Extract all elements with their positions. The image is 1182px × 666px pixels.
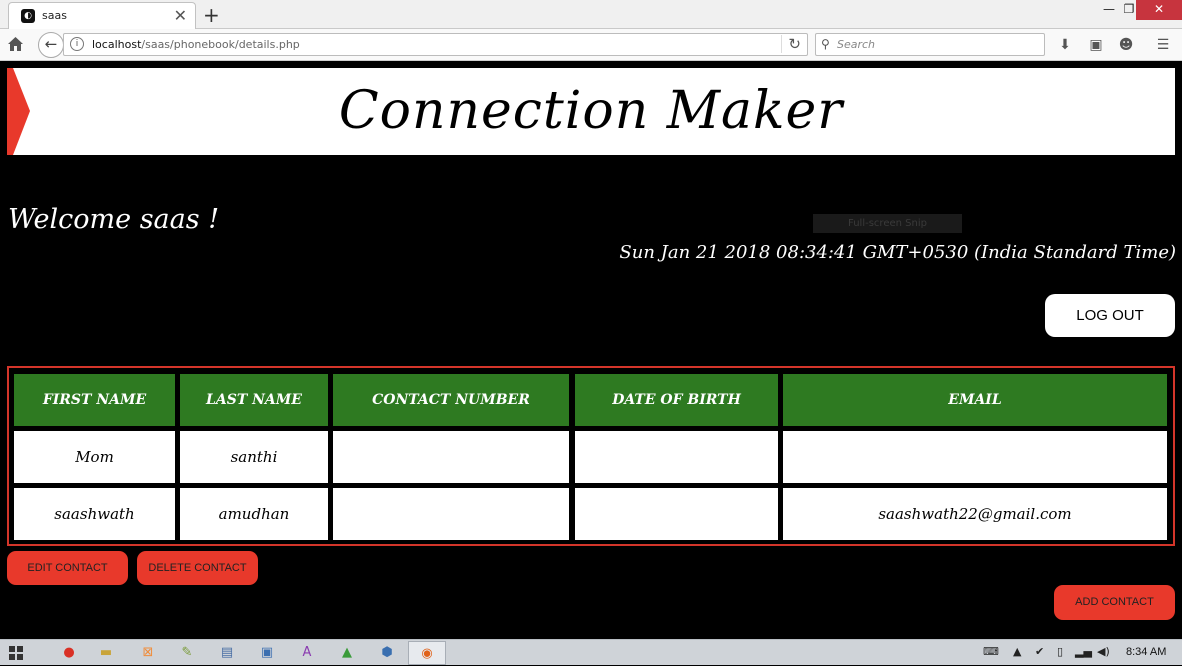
logout-button[interactable]: LOG OUT — [1045, 294, 1175, 337]
virtualbox-taskbar-icon[interactable]: ⬢ — [368, 641, 406, 665]
address-bar[interactable]: i localhost/saas/phonebook/details.php ↻ — [63, 33, 808, 56]
firefox-taskbar-icon[interactable]: ◉ — [408, 641, 446, 665]
close-window-icon[interactable]: ✕ — [1136, 0, 1182, 20]
home-icon[interactable] — [7, 36, 24, 52]
column-header-date-of-birth: DATE OF BIRTH — [575, 374, 778, 426]
os-taskbar: ● ▬ ⊠ ✎ ▤ ▣ A ▲ ⬢ ◉ ⌨ ▲ ✔ ▯ ▂▄ ◀) 8:34 A… — [0, 639, 1182, 665]
table-cell-email[interactable] — [783, 431, 1167, 483]
browser-tab[interactable]: ◐ saas ✕ — [8, 2, 196, 29]
android-taskbar-icon[interactable]: ▲ — [328, 641, 366, 665]
file-explorer-taskbar-icon[interactable]: ▬ — [87, 641, 125, 665]
header-banner: Connection Maker — [7, 68, 1175, 155]
search-input[interactable]: ⚲ Search — [815, 33, 1045, 56]
table-cell-first-name[interactable]: saashwath — [14, 488, 175, 540]
battery-icon[interactable]: ▯ — [1057, 645, 1063, 658]
browser-tab-bar: ◐ saas ✕ + — ❐ ✕ — [0, 0, 1182, 29]
contacts-table: FIRST NAME LAST NAME CONTACT NUMBER DATE… — [7, 366, 1175, 546]
signal-icon[interactable]: ▂▄ — [1075, 645, 1092, 658]
site-info-icon[interactable]: i — [70, 37, 84, 51]
downloads-icon[interactable]: ⬇ — [1056, 36, 1074, 54]
table-cell-email[interactable]: saashwath22@gmail.com — [783, 488, 1167, 540]
menu-icon[interactable]: ☰ — [1154, 36, 1172, 54]
sidebar-icon[interactable]: ▣ — [1087, 36, 1105, 54]
site-favicon-icon: ◐ — [21, 9, 35, 23]
column-header-first-name: FIRST NAME — [14, 374, 175, 426]
column-header-last-name: LAST NAME — [180, 374, 328, 426]
computer-taskbar-icon[interactable]: ▣ — [248, 641, 286, 665]
tab-title: saas — [42, 9, 67, 22]
xampp-taskbar-icon[interactable]: ⊠ — [129, 641, 167, 665]
document-taskbar-icon[interactable]: ▤ — [208, 641, 246, 665]
add-contact-button[interactable]: ADD CONTACT — [1054, 585, 1175, 620]
url-text[interactable]: localhost/saas/phonebook/details.php — [92, 38, 300, 51]
tab-close-icon[interactable]: ✕ — [174, 6, 187, 25]
snip-overlay: Full-screen Snip — [813, 214, 962, 233]
table-cell-date-of-birth[interactable] — [575, 431, 778, 483]
keyboard-icon[interactable]: ⌨ — [983, 645, 999, 658]
browser-toolbar: ← i localhost/saas/phonebook/details.php… — [0, 29, 1182, 61]
search-icon: ⚲ — [821, 37, 830, 51]
new-tab-button[interactable]: + — [203, 3, 220, 27]
notepad-taskbar-icon[interactable]: ✎ — [168, 641, 206, 665]
edit-contact-button[interactable]: EDIT CONTACT — [7, 551, 128, 585]
chrome-taskbar-icon[interactable]: ● — [50, 641, 88, 665]
delete-contact-button[interactable]: DELETE CONTACT — [137, 551, 258, 585]
security-icon[interactable]: ✔ — [1035, 645, 1044, 658]
table-cell-contact-number[interactable] — [333, 488, 569, 540]
table-cell-last-name[interactable]: amudhan — [180, 488, 328, 540]
reload-icon[interactable]: ↻ — [781, 35, 801, 53]
tray-expand-icon[interactable]: ▲ — [1013, 645, 1021, 658]
table-cell-last-name[interactable]: santhi — [180, 431, 328, 483]
search-placeholder: Search — [837, 38, 876, 51]
account-icon[interactable]: ☻ — [1117, 36, 1135, 54]
column-header-contact-number: CONTACT NUMBER — [333, 374, 569, 426]
column-header-email: EMAIL — [783, 374, 1167, 426]
app-title: Connection Maker — [338, 81, 844, 141]
table-cell-first-name[interactable]: Mom — [14, 431, 175, 483]
welcome-message: Welcome saas ! — [8, 204, 220, 235]
paint-taskbar-icon[interactable]: A — [288, 641, 326, 665]
windows-start-icon[interactable] — [9, 646, 23, 660]
back-button-icon[interactable]: ← — [38, 32, 64, 58]
web-page: Connection Maker Welcome saas ! Full-scr… — [0, 62, 1182, 639]
table-cell-date-of-birth[interactable] — [575, 488, 778, 540]
volume-icon[interactable]: ◀) — [1097, 645, 1110, 658]
table-cell-contact-number[interactable] — [333, 431, 569, 483]
taskbar-clock[interactable]: 8:34 AM — [1126, 646, 1166, 658]
current-datetime: Sun Jan 21 2018 08:34:41 GMT+0530 (India… — [619, 242, 1176, 263]
